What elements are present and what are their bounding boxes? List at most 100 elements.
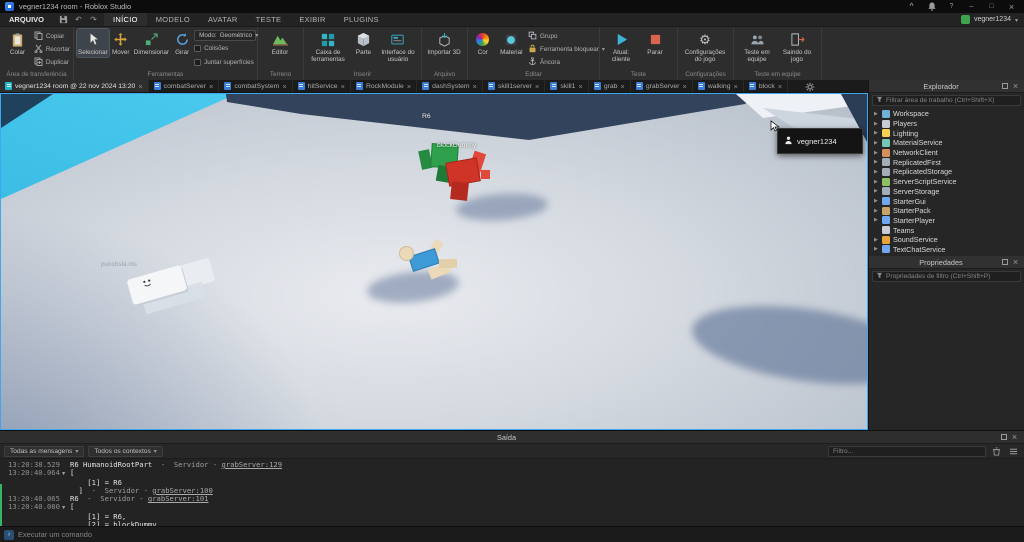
explorer-filter-input[interactable] bbox=[886, 97, 1017, 104]
close-panel-icon[interactable] bbox=[1010, 81, 1021, 91]
expand-arrow-icon[interactable]: ▶ bbox=[873, 111, 879, 117]
close-tab-icon[interactable] bbox=[341, 82, 345, 91]
help-icon[interactable] bbox=[944, 1, 959, 12]
minimize-button[interactable] bbox=[964, 1, 979, 12]
explorer-header[interactable]: Explorador bbox=[869, 80, 1024, 93]
close-tab-icon[interactable] bbox=[138, 82, 142, 91]
anchor-button[interactable]: Âncora bbox=[528, 56, 596, 68]
log-line[interactable]: 13:20:38.529 R6 HumanoidRootPart - Servid… bbox=[8, 460, 1022, 469]
explorer-tree-item[interactable]: ▶ ServerStorage bbox=[869, 187, 1024, 197]
document-tab[interactable]: vegner1234 room @ 22 nov 2024 13:20 bbox=[0, 80, 149, 92]
explorer-filter[interactable] bbox=[872, 95, 1021, 106]
expand-arrow-icon[interactable]: ▶ bbox=[873, 150, 879, 156]
close-tab-icon[interactable] bbox=[578, 82, 582, 91]
viewport-3d[interactable]: punchsla.ms R6 blockDummy vegner1234 bbox=[0, 93, 868, 430]
log-line[interactable]: 13:20:40.064 ▼[ bbox=[8, 468, 1022, 478]
close-panel-icon[interactable] bbox=[1010, 257, 1021, 267]
copy-button[interactable]: Copiar bbox=[34, 30, 70, 42]
group-button[interactable]: Grupo bbox=[528, 30, 596, 42]
contexts-filter-dropdown[interactable]: Todos os contextos bbox=[88, 445, 163, 457]
expand-arrow-icon[interactable]: ▶ bbox=[873, 188, 879, 194]
command-bar[interactable] bbox=[0, 526, 1024, 542]
part-button[interactable]: Parte bbox=[351, 29, 376, 57]
save-icon[interactable] bbox=[57, 14, 70, 26]
close-tab-icon[interactable] bbox=[209, 82, 213, 91]
output-filter-input[interactable] bbox=[828, 445, 986, 457]
explorer-tree-item[interactable]: ▶ ServerScriptService bbox=[869, 177, 1024, 187]
maximize-button[interactable] bbox=[984, 1, 999, 12]
explorer-tree-item[interactable]: ▶ Players bbox=[869, 119, 1024, 129]
notifications-bell-icon[interactable] bbox=[924, 1, 939, 12]
redo-icon[interactable] bbox=[87, 14, 100, 26]
explorer-tree-item[interactable]: ▶ StarterGui bbox=[869, 196, 1024, 206]
log-line[interactable]: 13:20:40.080 ▼[ bbox=[8, 503, 1022, 512]
messages-filter-dropdown[interactable]: Todas as mensagens bbox=[4, 445, 85, 457]
ribbon-tab[interactable]: AVATAR bbox=[199, 13, 247, 26]
explorer-tree-item[interactable]: ▶ Workspace bbox=[869, 109, 1024, 119]
expand-arrow-icon[interactable]: ▶ bbox=[873, 140, 879, 146]
expand-arrow-icon[interactable]: ▼ bbox=[62, 470, 70, 478]
float-panel-icon[interactable] bbox=[999, 81, 1010, 91]
team-test-button[interactable]: Teste em equipe bbox=[737, 29, 777, 64]
account-area[interactable]: vegner1234 bbox=[955, 13, 1024, 26]
paste-button[interactable]: Colar bbox=[3, 29, 32, 57]
expand-arrow-icon[interactable]: ▶ bbox=[873, 179, 879, 185]
properties-header[interactable]: Propriedades bbox=[869, 256, 1024, 269]
expand-arrow-icon[interactable]: ▶ bbox=[873, 130, 879, 136]
ribbon-tab[interactable]: EXIBIR bbox=[290, 13, 334, 26]
material-button[interactable]: Material bbox=[497, 29, 526, 57]
document-tab[interactable]: skill1 bbox=[545, 80, 589, 92]
ribbon-tab[interactable]: MODELO bbox=[147, 13, 199, 26]
ribbon-tab[interactable]: INÍCIO bbox=[104, 13, 147, 26]
expand-arrow-icon[interactable]: ▶ bbox=[873, 169, 879, 175]
expand-arrow-icon[interactable]: ▶ bbox=[873, 159, 879, 165]
close-tab-icon[interactable] bbox=[620, 82, 624, 91]
game-settings-button[interactable]: Configurações do jogo bbox=[681, 29, 729, 64]
close-tab-icon[interactable] bbox=[778, 82, 782, 91]
document-tab[interactable]: skill1server bbox=[483, 80, 546, 92]
expand-arrow-icon[interactable]: ▼ bbox=[62, 504, 70, 512]
tab-options-gear-icon[interactable] bbox=[800, 80, 820, 93]
explorer-tree-item[interactable]: ▶ NetworkClient bbox=[869, 148, 1024, 158]
ribbon-tab[interactable]: PLUGINS bbox=[335, 13, 388, 26]
explorer-tree-item[interactable]: ▶ StarterPlayer bbox=[869, 216, 1024, 226]
properties-filter[interactable] bbox=[872, 271, 1021, 282]
log-line[interactable]: [1] = R6, bbox=[8, 512, 1022, 521]
ui-button[interactable]: Interface do usuário bbox=[378, 29, 418, 64]
document-tab[interactable]: walking bbox=[693, 80, 744, 92]
cut-button[interactable]: Recortar bbox=[34, 43, 70, 55]
expand-arrow-icon[interactable]: ▶ bbox=[873, 121, 879, 127]
document-tab[interactable]: grabServer bbox=[631, 80, 693, 92]
stop-button[interactable]: Parar bbox=[641, 29, 669, 57]
rotate-tool-button[interactable]: Girar bbox=[172, 29, 192, 57]
collisions-checkbox[interactable]: Colisões bbox=[194, 43, 256, 55]
collapse-ribbon-icon[interactable] bbox=[904, 1, 919, 12]
close-tab-icon[interactable] bbox=[682, 82, 686, 91]
close-tab-icon[interactable] bbox=[734, 82, 738, 91]
output-header[interactable]: Saída bbox=[0, 431, 1024, 444]
document-tab[interactable]: hitService bbox=[293, 80, 351, 92]
close-tab-icon[interactable] bbox=[282, 82, 286, 91]
explorer-tree-item[interactable]: ▶ ReplicatedStorage bbox=[869, 167, 1024, 177]
expand-arrow-icon[interactable]: ▶ bbox=[873, 208, 879, 214]
join-surfaces-checkbox[interactable]: Juntar superfícies bbox=[194, 56, 256, 68]
log-line[interactable]: 13:20:40.065 R6 - Servidor - grabServer:1… bbox=[8, 494, 1022, 503]
properties-filter-input[interactable] bbox=[886, 273, 1017, 280]
mode-dropdown[interactable]: Modo: Geométrico bbox=[194, 30, 257, 41]
expand-arrow-icon[interactable]: ▶ bbox=[873, 198, 879, 204]
explorer-tree-item[interactable]: ▶ Lighting bbox=[869, 128, 1024, 138]
duplicate-button[interactable]: Duplicar bbox=[34, 56, 70, 68]
command-input[interactable] bbox=[18, 530, 1020, 539]
explorer-tree-item[interactable]: ▶ MaterialService bbox=[869, 138, 1024, 148]
scale-tool-button[interactable]: Dimensionar bbox=[133, 29, 170, 57]
document-tab[interactable]: combatServer bbox=[149, 80, 220, 92]
document-tab[interactable]: combatSystem bbox=[219, 80, 293, 92]
document-tab[interactable]: RockModule bbox=[351, 80, 418, 92]
color-button[interactable]: Cor bbox=[471, 29, 495, 57]
explorer-tree-item[interactable]: ▶ SoundService bbox=[869, 235, 1024, 245]
file-menu-button[interactable]: ARQUIVO bbox=[0, 13, 53, 26]
float-panel-icon[interactable] bbox=[998, 432, 1009, 442]
document-tab[interactable]: grab bbox=[589, 80, 631, 92]
expand-arrow-icon[interactable]: ▶ bbox=[873, 237, 879, 243]
output-options-icon[interactable] bbox=[1007, 445, 1020, 457]
